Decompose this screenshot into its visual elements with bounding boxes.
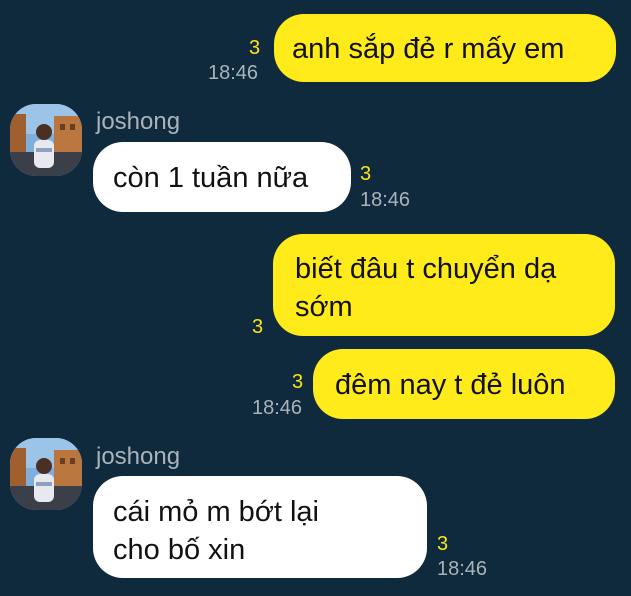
unread-count: 3 [360, 163, 372, 185]
unread-count: 3 [252, 316, 264, 338]
profile-photo-icon [10, 438, 82, 510]
message-time: 18:46 [437, 558, 488, 580]
sender-avatar[interactable] [10, 438, 82, 510]
message-time: 18:46 [208, 62, 259, 84]
unread-count: 3 [249, 37, 261, 59]
message-bubble[interactable]: anh sắp đẻ r mấy em [274, 14, 616, 82]
sender-avatar[interactable] [10, 104, 82, 176]
chat-screen: { "theme": { "background": "#0f2a3d", "o… [0, 0, 631, 596]
message-bubble[interactable]: cái mỏ m bớt lại cho bố xin [93, 476, 427, 578]
message-bubble[interactable]: biết đâu t chuyển dạ sớm [273, 234, 615, 336]
message-bubble[interactable]: đêm nay t đẻ luôn [313, 349, 615, 419]
sender-name[interactable]: joshong [96, 443, 180, 471]
unread-count: 3 [437, 533, 449, 555]
message-bubble[interactable]: còn 1 tuần nữa [93, 142, 351, 212]
message-time: 18:46 [252, 397, 303, 419]
message-time: 18:46 [360, 189, 411, 211]
profile-photo-icon [10, 104, 82, 176]
sender-name[interactable]: joshong [96, 108, 180, 136]
unread-count: 3 [292, 371, 304, 393]
